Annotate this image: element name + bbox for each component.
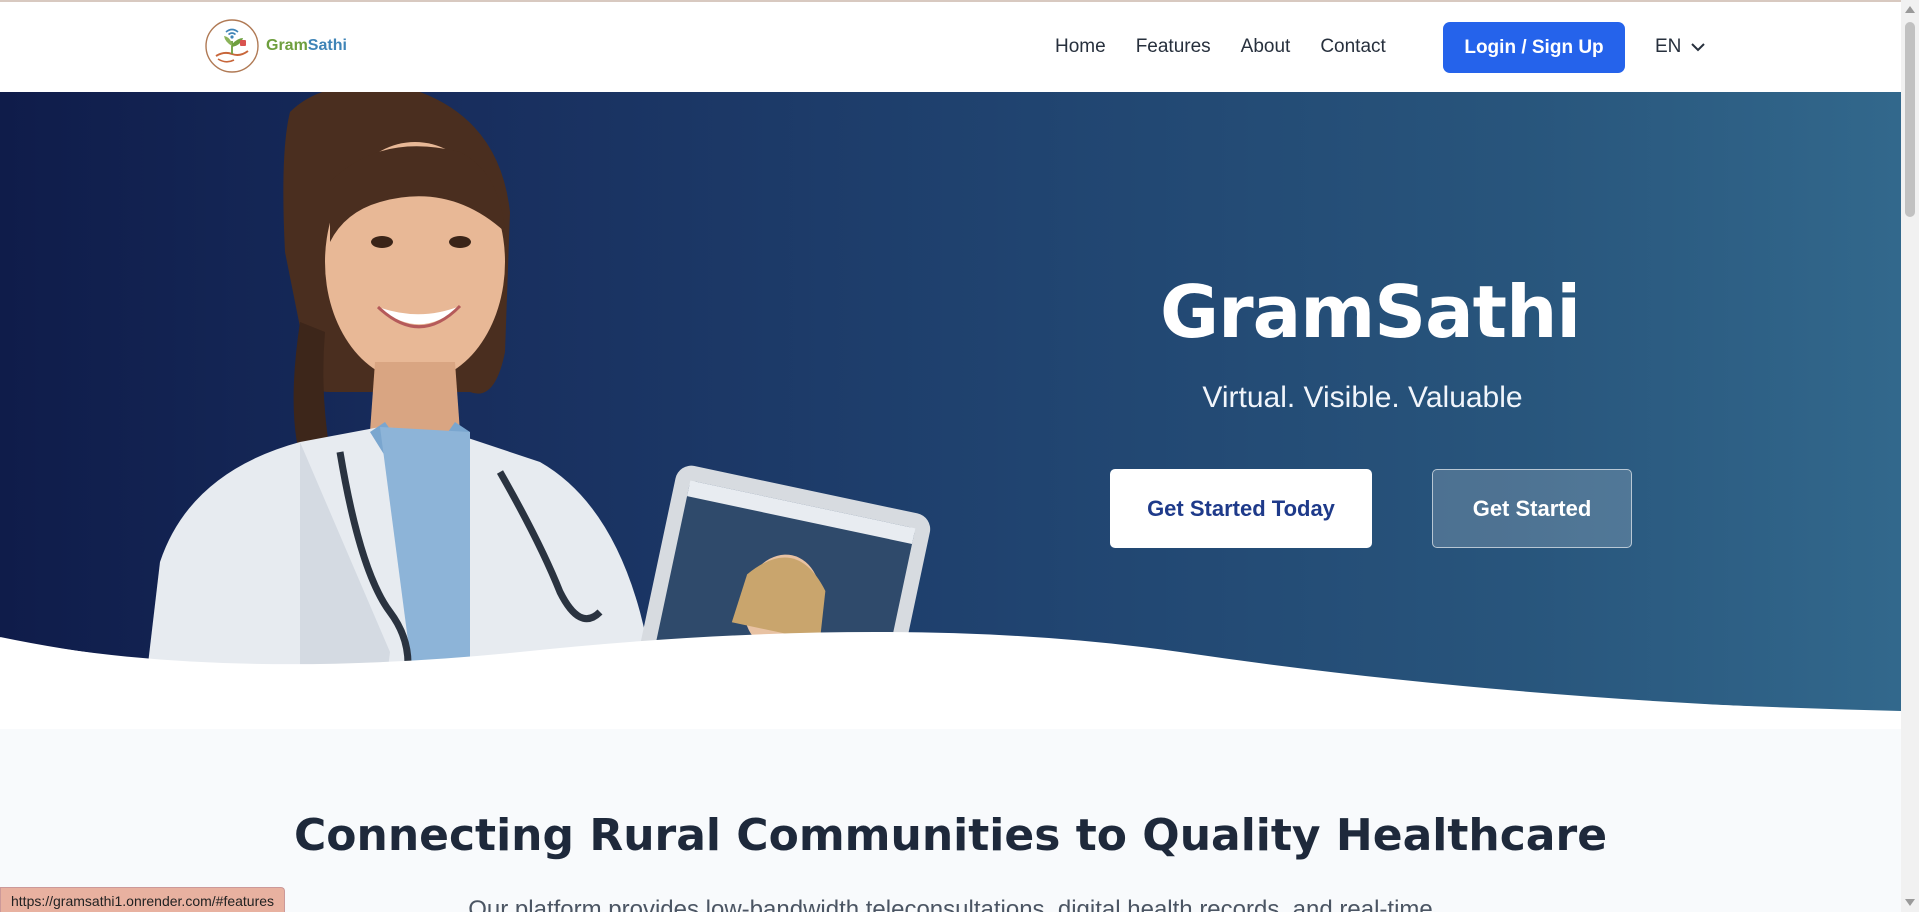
section-description: Our platform provides low-bandwidth tele… [468,896,1433,912]
logo[interactable]: GramSathi [204,18,347,74]
scroll-down-icon[interactable] [1905,899,1915,906]
scroll-up-icon[interactable] [1905,6,1915,13]
logo-text: GramSathi [266,37,347,55]
get-started-button[interactable]: Get Started [1432,469,1632,548]
language-selector[interactable]: EN [1655,36,1706,58]
nav-features[interactable]: Features [1136,36,1211,58]
page-scrollbar[interactable] [1901,0,1919,912]
get-started-today-button[interactable]: Get Started Today [1110,469,1372,548]
site-header: GramSathi Home Features About Contact Lo… [0,2,1901,92]
login-signup-button[interactable]: Login / Sign Up [1443,22,1625,73]
scrollbar-thumb[interactable] [1905,22,1915,217]
nav-about[interactable]: About [1241,36,1291,58]
logo-text-gram: Gram [266,37,308,54]
page: GramSathi Home Features About Contact Lo… [0,0,1901,912]
hero-wave-divider [0,632,1901,729]
nav-home[interactable]: Home [1055,36,1106,58]
chevron-down-icon [1691,43,1706,52]
nav-contact[interactable]: Contact [1320,36,1385,58]
logo-text-sathi: Sathi [307,37,347,54]
logo-icon [205,19,259,73]
hero-section: GramSathi Virtual. Visible. Valuable Get… [0,92,1901,729]
section-title: Connecting Rural Communities to Quality … [293,810,1608,861]
status-bar-url: https://gramsathi1.onrender.com/#feature… [0,887,286,912]
language-label: EN [1655,36,1682,57]
main-nav: Home Features About Contact [1055,36,1416,58]
hero-subtitle: Virtual. Visible. Valuable [1202,381,1523,414]
hero-title: GramSathi [1160,270,1581,354]
